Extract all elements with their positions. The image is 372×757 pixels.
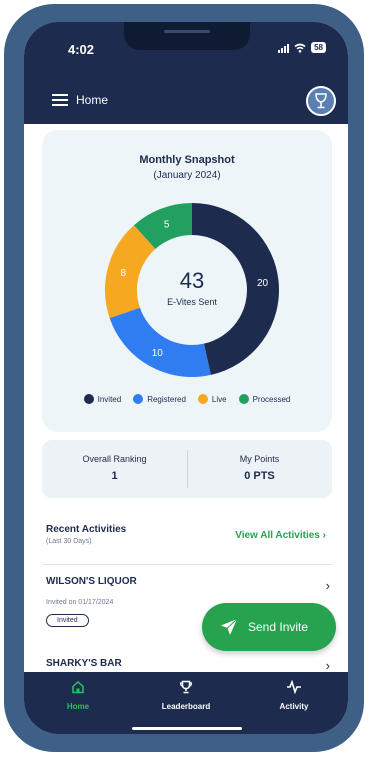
signal-icon (278, 43, 290, 53)
status-icons: 58 (278, 42, 326, 53)
points-value: 0 PTS (244, 470, 275, 482)
legend-dot (83, 394, 94, 404)
wine-glass-icon (315, 93, 327, 109)
status-bar: 4:02 58 (24, 22, 348, 78)
activity-name: SHARKY'S BAR (46, 658, 122, 669)
home-icon (72, 680, 84, 694)
tab-leaderboard[interactable]: Leaderboard (132, 680, 240, 711)
page-title: Home (76, 93, 109, 107)
legend-item: Processed (238, 394, 291, 404)
overall-ranking: Overall Ranking 1 (42, 440, 187, 498)
donut-data-label: 10 (152, 348, 164, 359)
home-indicator (132, 727, 242, 730)
legend-item: Invited (83, 394, 122, 404)
status-badge: Invited (46, 614, 89, 627)
tab-leaderboard-label: Leaderboard (161, 702, 211, 711)
legend-label: Live (211, 394, 227, 404)
tab-home-label: Home (66, 702, 90, 711)
points-label: My Points (239, 454, 280, 464)
legend-dot (238, 394, 249, 404)
donut-data-label: 5 (164, 220, 170, 231)
chart-legend: Invited Registered Live Processed (42, 394, 332, 404)
legend-dot (133, 394, 144, 404)
stats-card: Overall Ranking 1 My Points 0 PTS (42, 440, 332, 498)
legend-label: Processed (252, 394, 291, 404)
legend-dot (197, 394, 208, 404)
wifi-icon (294, 43, 306, 53)
my-points: My Points 0 PTS (187, 440, 332, 498)
donut-data-label: 20 (257, 278, 269, 289)
send-invite-label: Send Invite (248, 620, 309, 634)
main-content: Monthly Snapshot (January 2024) 43 E-Vit… (24, 124, 348, 673)
view-all-activities-link[interactable]: View All Activities › (235, 530, 326, 541)
chevron-right-icon: › (322, 530, 326, 541)
legend-label: Registered (147, 394, 186, 404)
tab-activity[interactable]: Activity (240, 679, 348, 711)
menu-icon[interactable] (52, 94, 68, 106)
profile-avatar[interactable] (306, 86, 336, 116)
monthly-snapshot-card: Monthly Snapshot (January 2024) 43 E-Vit… (42, 130, 332, 432)
legend-item: Live (197, 394, 227, 404)
notch (124, 22, 250, 50)
chevron-right-icon: › (325, 658, 330, 673)
trophy-icon (179, 680, 193, 694)
chevron-right-icon: › (325, 578, 330, 593)
snapshot-title: Monthly Snapshot (139, 154, 235, 166)
snapshot-subtitle: (January 2024) (153, 170, 221, 181)
ranking-value: 1 (111, 470, 118, 482)
battery-icon: 58 (311, 42, 326, 53)
divider (42, 564, 332, 565)
tab-home[interactable]: Home (24, 680, 132, 711)
tab-activity-label: Activity (279, 702, 309, 711)
donut-slice-registered (109, 307, 211, 377)
bottom-tab-bar: Home Leaderboard Activity (24, 672, 348, 734)
view-all-label: View All Activities (235, 530, 320, 541)
phone-screen: 4:02 58 Home Monthly Snapshot (January 2… (24, 22, 348, 734)
donut-center-label: E-Vites Sent (167, 297, 217, 307)
donut-data-label: 8 (121, 268, 127, 279)
status-time: 4:02 (68, 42, 95, 57)
legend-label: Invited (97, 394, 122, 404)
donut-chart: 43 E-Vites Sent 20 10 8 5 (105, 203, 279, 377)
activity-pulse-icon (287, 679, 301, 695)
ranking-label: Overall Ranking (82, 454, 147, 464)
app-bar: Home (24, 78, 348, 124)
send-icon (221, 618, 238, 635)
activity-name: WILSON'S LIQUOR (46, 576, 137, 587)
legend-item: Registered (133, 394, 186, 404)
send-invite-button[interactable]: Send Invite (202, 603, 336, 651)
activity-item[interactable]: SHARKY'S BAR › (46, 658, 336, 673)
donut-center-value: 43 (180, 268, 204, 293)
